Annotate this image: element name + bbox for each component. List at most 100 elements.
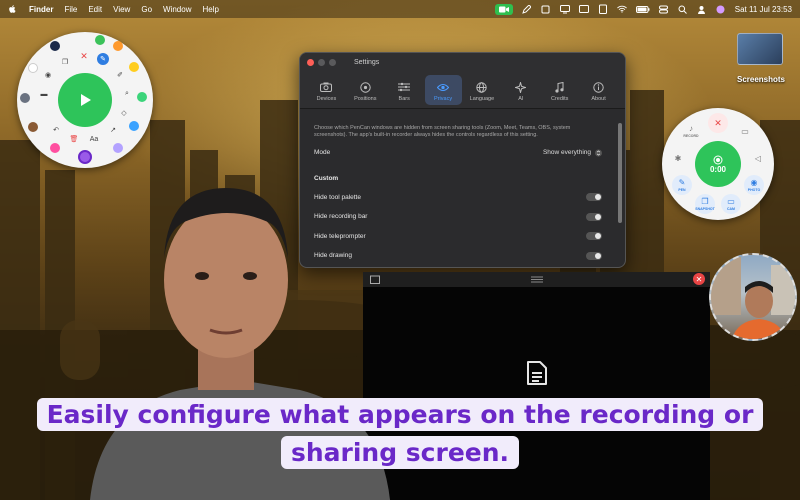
tab-label: Language	[469, 96, 495, 102]
minimize-window-button[interactable]	[318, 58, 325, 66]
menu-help[interactable]: Help	[202, 5, 218, 14]
webcam-bubble[interactable]	[709, 253, 797, 341]
screenshots-thumbnail-icon[interactable]	[737, 33, 783, 65]
tab-devices[interactable]: Devices	[308, 75, 345, 105]
color-lime[interactable]	[137, 92, 147, 102]
screenshots-label: Screenshots	[736, 75, 786, 84]
play-button[interactable]	[58, 73, 112, 127]
zoom-window-button[interactable]	[329, 58, 336, 66]
pen-tool-icon[interactable]: ✎	[97, 53, 109, 65]
tab-about[interactable]: About	[580, 75, 617, 105]
camera-in-use-icon[interactable]	[494, 3, 513, 15]
hide-teleprompter-toggle[interactable]	[586, 232, 602, 241]
id-card-icon[interactable]	[578, 4, 589, 14]
trash-icon[interactable]: 🗑	[68, 133, 80, 145]
caption-text: Easily configure what appears on the rec…	[36, 398, 764, 469]
siri-icon[interactable]	[716, 4, 726, 14]
camera-snapshot-icon[interactable]: ◉	[42, 69, 54, 81]
mode-row: Mode Show everything	[308, 143, 608, 163]
privacy-description: Choose which PenCan windows are hidden f…	[314, 125, 571, 138]
settings-scrollbar[interactable]	[618, 123, 622, 223]
highlighter-icon[interactable]: ✐	[114, 69, 126, 81]
wifi-icon[interactable]	[616, 4, 627, 14]
drawing-tools-icon[interactable]	[541, 4, 551, 14]
hide-tool-palette-toggle[interactable]	[586, 193, 602, 202]
speaker-button[interactable]: ◁	[748, 148, 768, 168]
tab-positions[interactable]: Positions	[347, 75, 384, 105]
color-lavender[interactable]	[113, 143, 123, 153]
camera-icon	[320, 81, 333, 93]
menu-window[interactable]: Window	[163, 5, 191, 14]
mode-select[interactable]: Show everything	[543, 149, 602, 157]
hide-recording-bar-toggle[interactable]	[586, 212, 602, 221]
search-zoom-icon[interactable]: ⌕	[121, 88, 133, 100]
tab-bars[interactable]: Bars	[386, 75, 423, 105]
battery-icon[interactable]	[635, 4, 650, 14]
color-white[interactable]	[28, 63, 38, 73]
cam-label: CAM	[727, 207, 735, 211]
play-icon	[81, 94, 91, 106]
menu-bar: Finder File Edit View Go Window Help Sat…	[0, 0, 800, 18]
timer-text: 0:00	[709, 164, 726, 174]
pen-label: PEN	[678, 188, 686, 192]
close-window-button[interactable]	[307, 58, 314, 66]
drag-handle-icon[interactable]	[531, 276, 543, 283]
menu-app-name[interactable]: Finder	[29, 5, 53, 14]
teleprompter-toolbar[interactable]	[363, 272, 710, 287]
menu-edit[interactable]: Edit	[88, 5, 102, 14]
close-recording-palette-button[interactable]: ✕	[708, 113, 728, 133]
snapshot-button[interactable]: ❐ SNAPSHOT	[695, 194, 715, 214]
close-palette-icon[interactable]: ✕	[78, 50, 90, 62]
undo-icon[interactable]: ↶	[50, 124, 62, 136]
record-timer-button[interactable]: 0:00	[695, 141, 741, 187]
arrow-tool-icon[interactable]: ↗	[107, 124, 119, 136]
color-navy[interactable]	[50, 41, 60, 51]
video-button[interactable]: ▭	[735, 121, 755, 141]
color-sky[interactable]	[129, 121, 139, 131]
sparkle-icon	[515, 81, 527, 93]
search-icon[interactable]	[678, 4, 688, 14]
tab-label: Privacy	[434, 96, 453, 102]
record-audio-button[interactable]: ♪ RECORD	[681, 121, 701, 141]
apple-logo-icon[interactable]	[8, 4, 17, 14]
menu-go[interactable]: Go	[141, 5, 152, 14]
window-title: Settings	[354, 58, 380, 66]
webcam-close-button[interactable]: ✕	[693, 273, 705, 285]
tab-label: Devices	[316, 96, 337, 102]
color-green[interactable]	[95, 35, 105, 45]
menu-view[interactable]: View	[113, 5, 130, 14]
pen-icon[interactable]	[522, 4, 532, 14]
tab-ai[interactable]: AI	[502, 75, 539, 105]
photo-label: PHOTO	[747, 188, 761, 192]
color-pink[interactable]	[50, 143, 60, 153]
color-purple-selected[interactable]	[78, 150, 92, 164]
user-switch-icon[interactable]	[697, 4, 707, 14]
tab-label: Bars	[398, 96, 410, 102]
color-gray[interactable]	[20, 93, 30, 103]
target-icon	[359, 81, 371, 93]
screen-share-icon[interactable]	[559, 4, 570, 14]
tab-credits[interactable]: Credits	[541, 75, 578, 105]
cam-button[interactable]: ▭ CAM	[721, 194, 741, 214]
bluetooth-button[interactable]: ✱	[668, 148, 688, 168]
clipboard-icon[interactable]	[598, 4, 608, 14]
rectangle-tool-icon[interactable]: ▬	[38, 88, 50, 100]
copy-icon[interactable]: ❐	[59, 56, 71, 68]
settings-titlebar[interactable]: Settings	[300, 53, 625, 71]
color-yellow[interactable]	[129, 62, 139, 72]
menu-file[interactable]: File	[64, 5, 77, 14]
color-brown[interactable]	[28, 122, 38, 132]
pen-button[interactable]: ✎ PEN	[672, 175, 692, 195]
tab-privacy[interactable]: Privacy	[424, 75, 462, 105]
eraser-icon[interactable]: ◇	[118, 107, 130, 119]
eye-icon	[437, 81, 450, 93]
hide-drawing-toggle[interactable]	[586, 251, 602, 260]
text-tool-icon[interactable]: Aa	[88, 133, 100, 145]
color-orange[interactable]	[113, 41, 123, 51]
snapshot-label: SNAPSHOT	[695, 207, 715, 211]
menu-bar-clock[interactable]: Sat 11 Jul 23:53	[735, 5, 792, 14]
record-label: RECORD	[683, 134, 699, 138]
photo-button[interactable]: ◉ PHOTO	[744, 175, 764, 195]
tab-language[interactable]: Language	[464, 75, 501, 105]
control-center-icon[interactable]	[659, 4, 669, 14]
